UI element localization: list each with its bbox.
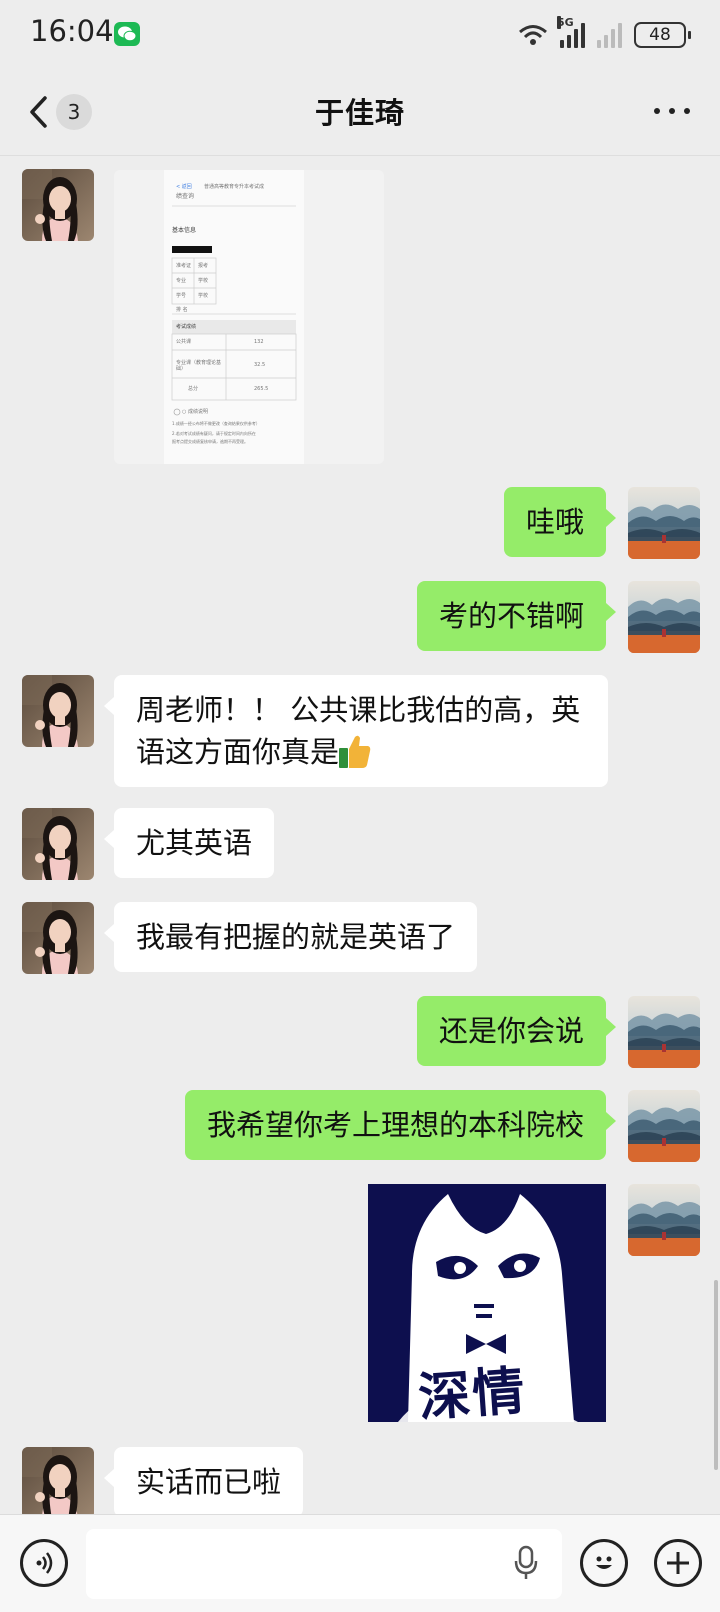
contact-avatar[interactable] [22, 902, 94, 974]
contact-avatar[interactable] [22, 675, 94, 747]
message-text: 语这方面你真是 [136, 735, 340, 769]
message-bubble-incoming[interactable]: 实话而已啦 [103, 1447, 304, 1517]
message-bubble-outgoing[interactable]: 还是你会说 [416, 996, 617, 1066]
doc-score-row-value: 32.5 [254, 362, 266, 368]
message-bubble-outgoing[interactable]: 考的不错啊 [416, 581, 617, 651]
message-input[interactable] [86, 1529, 562, 1599]
chat-title: 于佳琦 [314, 96, 405, 130]
more-actions-button[interactable] [654, 1539, 702, 1587]
message-bubble-outgoing[interactable]: 我希望你考上理想的本科院校 [184, 1090, 617, 1160]
doc-grid-cell: 学校 [198, 293, 209, 299]
doc-heading: 普通高等教育专升本考试成 [204, 184, 265, 190]
emoji-button[interactable] [580, 1539, 628, 1587]
doc-score-row-value: 132 [254, 339, 264, 345]
more-options-button[interactable] [654, 108, 690, 118]
message-text-line: 周老师！！ 公共课比我估的高，英 [136, 693, 581, 727]
doc-score-row-value: 265.5 [254, 386, 269, 392]
wechat-icon [114, 22, 140, 46]
message-sticker[interactable]: 深情 [368, 1184, 606, 1422]
composer-bar [0, 1514, 720, 1612]
doc-heading-2: 绩查询 [176, 193, 195, 200]
plus-icon [667, 1552, 689, 1574]
chat-scrollbar[interactable] [714, 1280, 718, 1470]
doc-note: ○ 成绩说明 [182, 409, 208, 415]
chat-header: 3 于佳琦 [0, 70, 720, 156]
message-bubble-outgoing[interactable]: 哇哦 [503, 487, 617, 557]
status-time: 16:04 [30, 14, 114, 48]
message-image-document[interactable]: < 返回 普通高等教育专升本考试成 绩查询 基本信息 准考证 报考 专业 学校 … [114, 170, 384, 464]
more-dots-icon [654, 108, 660, 114]
doc-score-row-label: 专业课（教育理论基础） [176, 360, 222, 372]
doc-grid-cell: 学校 [198, 278, 209, 284]
battery-icon: 48 [634, 22, 691, 48]
document-page: < 返回 普通高等教育专升本考试成 绩查询 基本信息 准考证 报考 专业 学校 … [164, 170, 304, 464]
message-text-line: 语这方面你真是 [136, 731, 586, 773]
microphone-icon[interactable] [514, 1545, 538, 1581]
doc-note: 1.成绩一经公布将不做更改（查询结果仅供参考） [172, 421, 260, 426]
thumbs-up-icon [339, 734, 371, 768]
signal-icon-sim2 [597, 22, 622, 48]
network-type: 5G [557, 16, 574, 29]
contact-avatar[interactable] [22, 169, 94, 241]
emoji-icon [596, 1556, 612, 1569]
voice-input-icon [36, 1552, 53, 1574]
contact-avatar[interactable] [22, 1447, 94, 1519]
doc-note: 2.若对考试成绩有疑问，请于规定时间内向所在 [172, 431, 256, 436]
status-bar: 16:04 5G 48 [0, 0, 720, 70]
self-avatar[interactable] [628, 487, 700, 559]
doc-note: 报考点提交成绩复核申请，逾期不再受理。 [172, 439, 248, 444]
self-avatar[interactable] [628, 1090, 700, 1162]
doc-back: < 返回 [176, 184, 192, 190]
sticker-caption: 深情 [416, 1361, 529, 1422]
message-bubble-incoming[interactable]: 周老师！！ 公共课比我估的高，英 语这方面你真是 [104, 675, 608, 787]
doc-section-basic: 基本信息 [172, 227, 197, 234]
doc-rank-label: 排 名 [176, 307, 188, 313]
message-bubble-incoming[interactable]: 尤其英语 [103, 808, 275, 878]
self-avatar[interactable] [628, 581, 700, 653]
doc-grid-cell: 准考证 [176, 263, 192, 269]
doc-scores-title: 考试成绩 [176, 324, 197, 330]
message-bubble-incoming[interactable]: 我最有把握的就是英语了 [103, 902, 478, 972]
battery-level: 48 [649, 25, 671, 45]
doc-grid-cell: 专业 [176, 278, 187, 284]
signal-icon-sim1: 5G [557, 16, 585, 48]
voice-toggle-button[interactable] [20, 1539, 68, 1587]
wifi-icon [519, 25, 547, 45]
contact-avatar[interactable] [22, 808, 94, 880]
doc-score-row-label: 总分 [188, 386, 199, 392]
self-avatar[interactable] [628, 996, 700, 1068]
status-indicators: 5G 48 [518, 16, 691, 52]
doc-grid-cell: 报考 [198, 263, 209, 269]
self-avatar[interactable] [628, 1184, 700, 1256]
doc-grid-cell: 学号 [176, 293, 187, 299]
doc-score-row-label: 公共课 [176, 339, 192, 345]
